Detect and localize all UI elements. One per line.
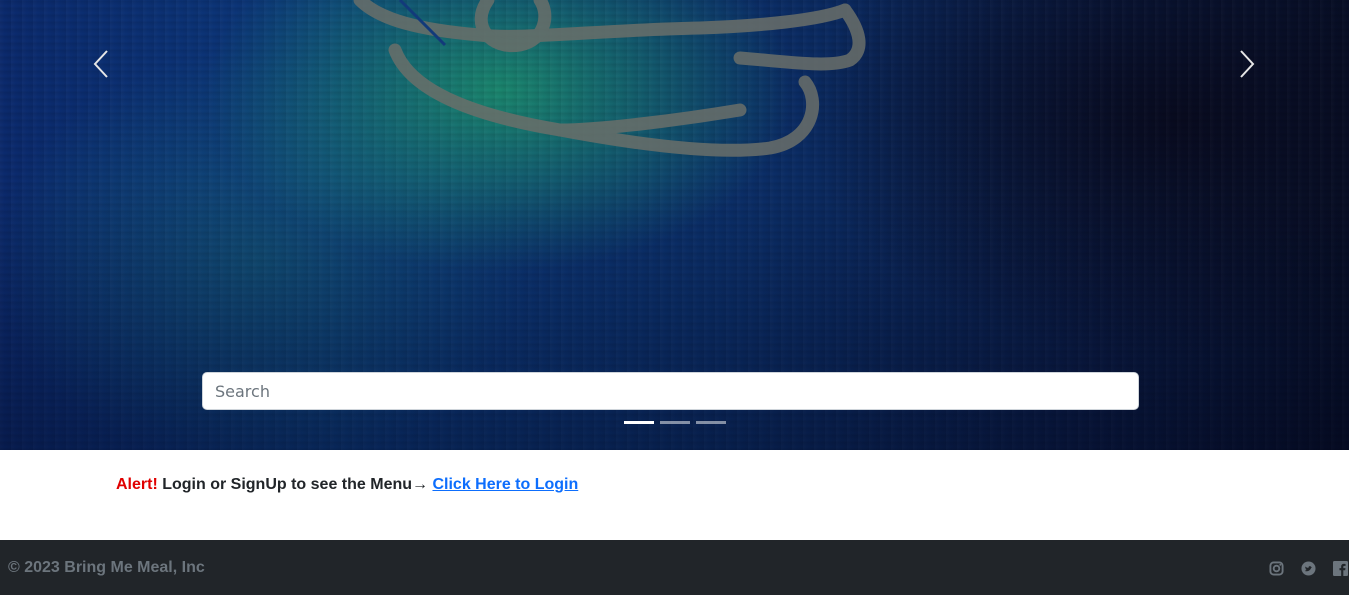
- footer: © 2023 Bring Me Meal, Inc: [0, 540, 1349, 595]
- chevron-right-icon: [1240, 50, 1255, 78]
- copyright-text: © 2023 Bring Me Meal, Inc: [8, 559, 205, 576]
- carousel-indicator-3[interactable]: [696, 421, 726, 424]
- login-link[interactable]: Click Here to Login: [432, 476, 578, 493]
- carousel-indicator-1[interactable]: [624, 421, 654, 424]
- hero-carousel: [0, 0, 1349, 450]
- alert-message: Login or SignUp to see the Menu→: [162, 476, 429, 493]
- login-alert: Alert! Login or SignUp to see the Menu→ …: [116, 476, 578, 494]
- carousel-prev-button[interactable]: [81, 40, 121, 88]
- carousel-indicator-2[interactable]: [660, 421, 690, 424]
- carousel-next-button[interactable]: [1227, 40, 1267, 88]
- twitter-icon[interactable]: [1301, 561, 1316, 576]
- alert-label: Alert!: [116, 476, 158, 493]
- facebook-icon[interactable]: [1333, 561, 1348, 576]
- chevron-left-icon: [93, 50, 108, 78]
- carousel-indicators: [624, 421, 726, 424]
- search-input[interactable]: [202, 372, 1139, 410]
- instagram-icon[interactable]: [1269, 561, 1284, 576]
